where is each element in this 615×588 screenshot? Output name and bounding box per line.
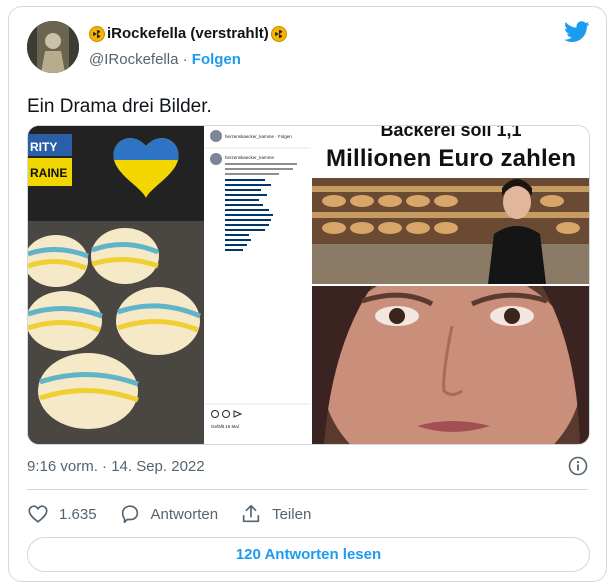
comment-icon: [121, 505, 138, 524]
author-display-name[interactable]: iRockefella (verstrahlt): [107, 25, 269, 42]
read-replies-button[interactable]: 120 Antworten lesen: [27, 537, 590, 572]
heart-icon: [28, 505, 48, 523]
news-headline-top: Bäckerei soll 1,1: [380, 126, 521, 140]
separator: ·: [178, 51, 192, 68]
tweet-card: iRockefella (verstrahlt) @IRockefella · …: [8, 6, 607, 582]
author-name-row[interactable]: iRockefella (verstrahlt): [89, 25, 287, 42]
media-image-news-headline[interactable]: Bäckerei soll 1,1 Millionen Euro zahlen: [312, 126, 589, 284]
divider: [27, 489, 588, 490]
like-button[interactable]: 1.635: [27, 503, 97, 525]
avatar[interactable]: [27, 21, 79, 73]
radioactive-icon: [89, 25, 105, 42]
radioactive-icon: [270, 25, 287, 42]
news-headline: Millionen Euro zahlen: [326, 145, 576, 172]
tweet-text: Ein Drama drei Bilder.: [27, 96, 212, 117]
reply-button[interactable]: Antworten: [119, 503, 219, 525]
reply-label: Antworten: [150, 505, 219, 523]
media-image-face-closeup[interactable]: [312, 266, 589, 444]
info-icon[interactable]: [568, 456, 588, 476]
donut-sign-bottom-text: RAINE: [30, 166, 67, 180]
twitter-bird-icon[interactable]: [564, 21, 590, 43]
share-label: Teilen: [272, 505, 312, 523]
media-image-instagram-screenshot[interactable]: herzenskaecker_kamme · Folgen herzenskae…: [205, 126, 311, 444]
media-image-donuts[interactable]: RITY RAINE: [28, 126, 204, 444]
share-icon: [242, 504, 260, 523]
share-button[interactable]: Teilen: [240, 503, 311, 525]
insta-caption-user: herzenskaecker_kamme: [225, 155, 275, 160]
donut-sign-top-text: RITY: [30, 140, 57, 154]
insta-likes-text: Gefällt 16 Mal: [211, 424, 239, 429]
author-handle[interactable]: @IRockefella: [89, 51, 178, 68]
insta-header-text: herzenskaecker_kamme · Folgen: [225, 134, 292, 139]
like-count: 1.635: [59, 505, 97, 523]
follow-button[interactable]: Folgen: [192, 51, 241, 68]
tweet-timestamp[interactable]: 9:16 vorm. · 14. Sep. 2022: [27, 458, 205, 475]
author-handle-row: @IRockefella · Folgen: [89, 51, 241, 68]
tweet-media-grid[interactable]: RITY RAINE herzenskaecker_kamme · Folgen…: [27, 125, 590, 445]
action-bar: 1.635 Antworten Teilen: [27, 503, 333, 525]
